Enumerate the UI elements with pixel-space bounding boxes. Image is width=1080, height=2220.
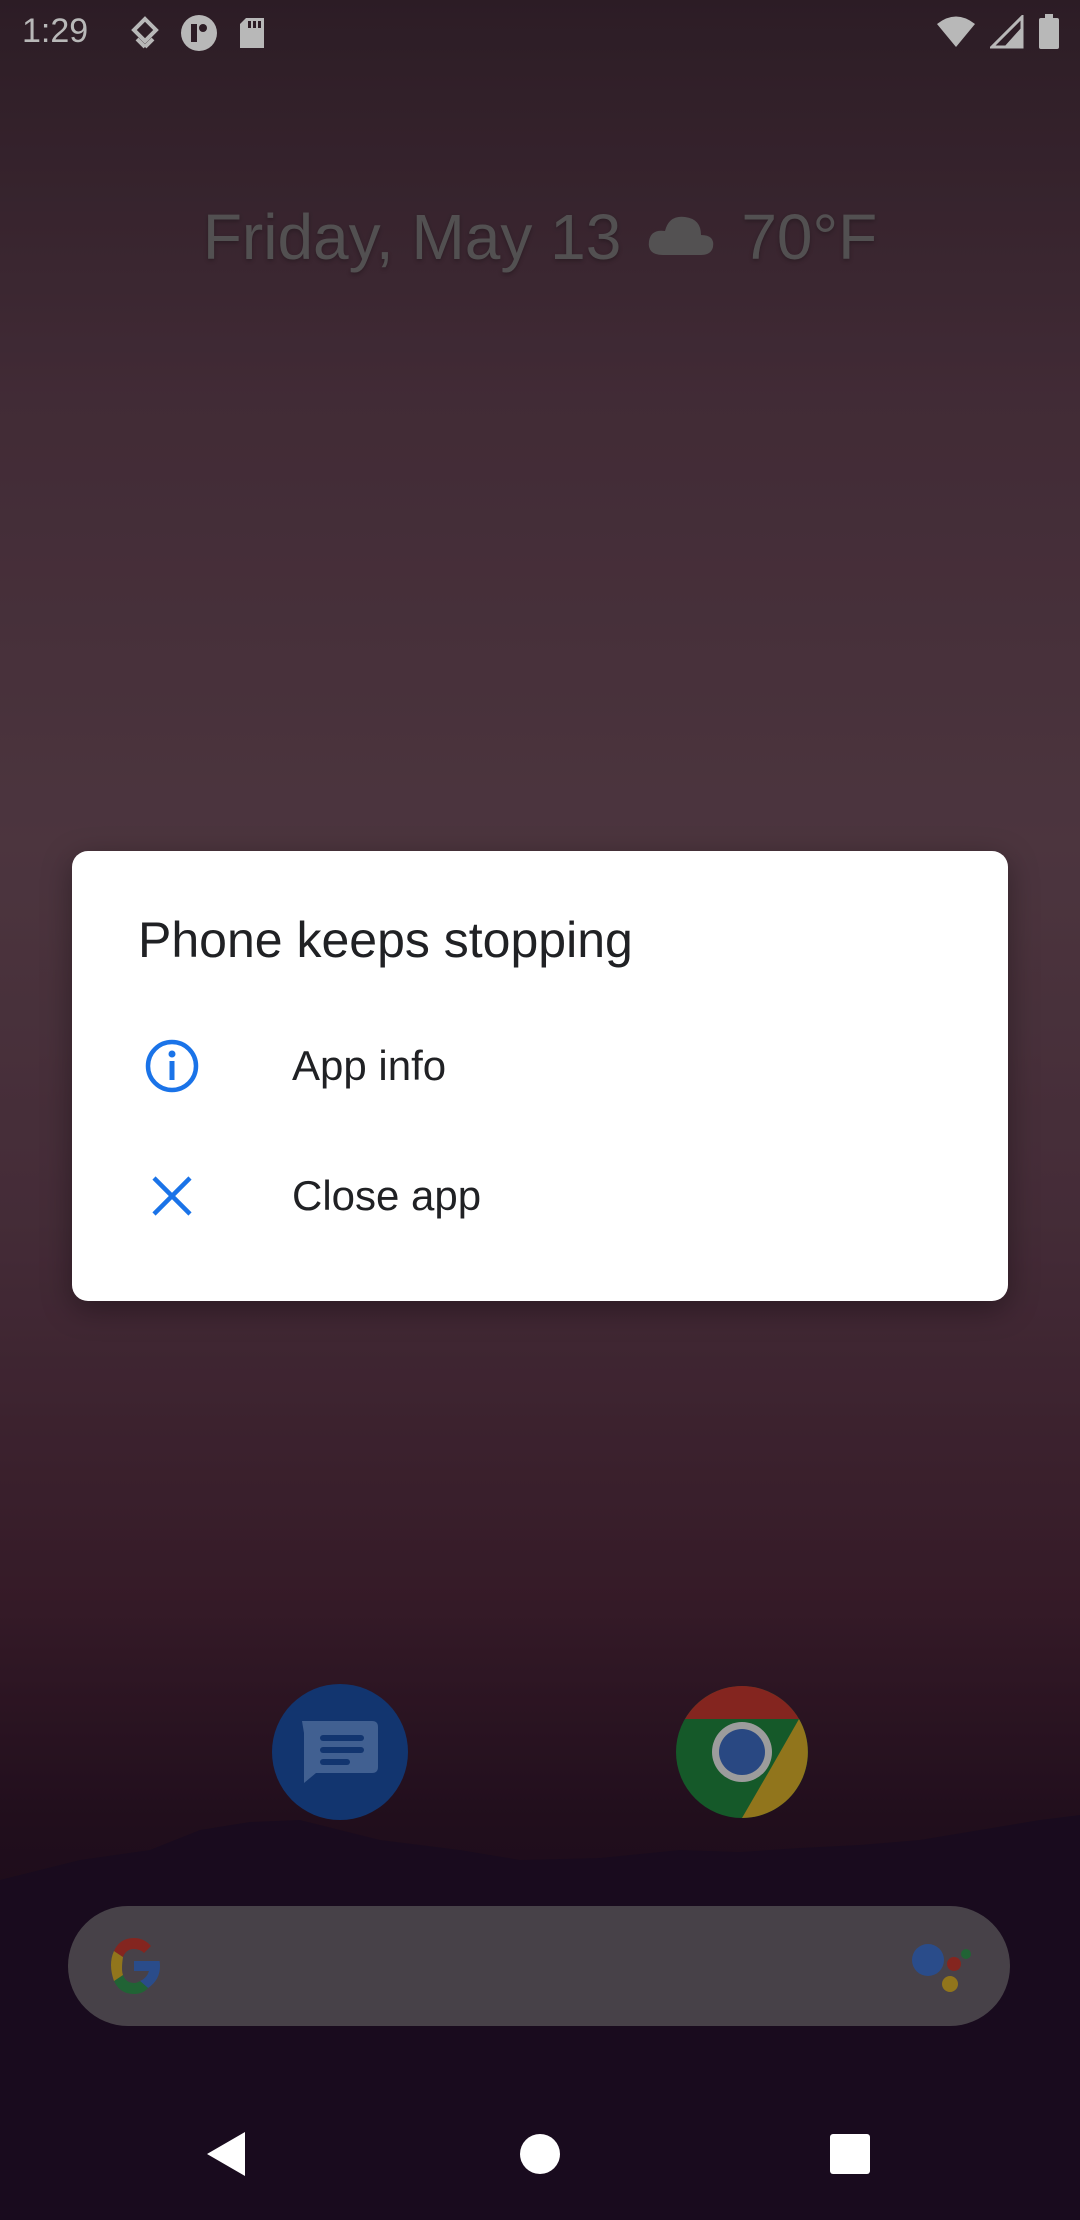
- close-app-label: Close app: [292, 1172, 482, 1219]
- back-button[interactable]: [205, 2130, 247, 2183]
- close-icon: [142, 1166, 202, 1226]
- recents-button[interactable]: [829, 2133, 871, 2180]
- home-button[interactable]: [518, 2132, 562, 2181]
- app-info-button[interactable]: App info: [72, 1001, 1008, 1131]
- navigation-bar: [0, 2090, 1080, 2220]
- back-triangle-icon: [207, 2132, 245, 2176]
- dialog-title: Phone keeps stopping: [138, 912, 633, 968]
- app-crash-dialog: Phone keeps stopping App info Close app: [72, 851, 1008, 1301]
- home-circle-icon: [520, 2134, 560, 2174]
- app-info-label: App info: [292, 1042, 447, 1089]
- recents-square-icon: [830, 2134, 870, 2174]
- info-icon: [142, 1036, 202, 1096]
- close-app-button[interactable]: Close app: [72, 1131, 1008, 1261]
